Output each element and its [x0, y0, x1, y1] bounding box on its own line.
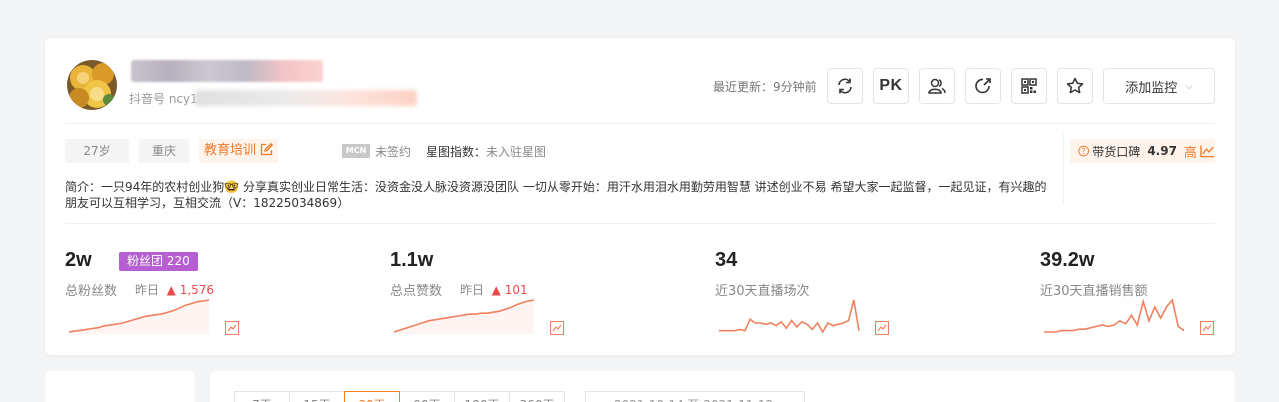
mcn-status: 未签约	[375, 145, 412, 159]
stat-likes: 1.1w 总点赞数 昨日 ▲ 101	[390, 246, 690, 341]
stat-yesterday: 昨日 ▲ 1,576	[135, 281, 214, 298]
chevron-down-icon: ⌵	[1185, 80, 1193, 92]
stat-label: 近30天直播销售额	[1040, 284, 1148, 299]
svg-text:?: ?	[1082, 147, 1086, 156]
yesterday-change: ▲ 101	[491, 283, 528, 297]
trend-chart-icon[interactable]	[1200, 144, 1215, 158]
fans-club-badge[interactable]: 粉丝团 220	[119, 252, 198, 271]
sparkline	[719, 299, 860, 334]
sparkline	[1044, 298, 1185, 333]
profile-card: 抖音号 ncy1994 最近更新：9分钟前 PK 添加监控 ⌵ 27岁 重庆 教…	[45, 38, 1235, 355]
sparkline	[393, 299, 535, 334]
sales-reputation-badge[interactable]: ? 带货口碑 4.97 高	[1070, 139, 1215, 163]
xingtu-index: 星图指数：未入驻星图	[426, 143, 546, 160]
stat-live-sales: 39.2w 近30天直播销售额	[1040, 246, 1279, 341]
vertical-divider	[1063, 134, 1064, 204]
tab-180d[interactable]: 180天	[454, 391, 510, 402]
add-monitor-label: 添加监控	[1125, 80, 1178, 96]
trend-chart-icon[interactable]	[225, 321, 239, 335]
sparkline-area	[394, 300, 534, 334]
tab-15d[interactable]: 15天	[289, 391, 345, 402]
bio: 简介：一只94年的农村创业狗🤓 分享真实创业日常生活：没资金没人脉没资源没团队 …	[65, 180, 1047, 210]
side-panel	[45, 371, 195, 402]
last-updated: 最近更新：9分钟前	[713, 80, 817, 94]
mcn-badge: MCN	[342, 144, 370, 158]
refresh-icon	[838, 78, 852, 94]
stat-fans: 2w 粉丝团 220 总粉丝数 昨日 ▲ 1,576	[65, 246, 365, 341]
add-monitor-button[interactable]: 添加监控 ⌵	[1103, 68, 1215, 104]
stat-yesterday: 昨日 ▲ 101	[460, 281, 528, 298]
range-tabs: 7天 15天 30天 90天 180天 360天	[234, 391, 565, 402]
stat-value: 39.2w	[1040, 249, 1095, 271]
category-label: 教育培训	[204, 143, 257, 158]
sparkline	[68, 299, 210, 334]
stat-live-sessions: 34 近30天直播场次	[715, 246, 1015, 341]
pk-button[interactable]: PK	[873, 68, 909, 104]
help-icon[interactable]: ?	[1078, 145, 1090, 157]
yesterday-label: 昨日	[460, 283, 485, 297]
stat-value: 2w	[65, 249, 92, 271]
header-divider	[65, 123, 1215, 124]
tab-30d[interactable]: 30天	[344, 391, 400, 402]
tab-7d[interactable]: 7天	[234, 391, 290, 402]
favorite-button[interactable]	[1057, 68, 1093, 104]
yesterday-change: ▲ 1,576	[166, 283, 215, 297]
stat-label: 总粉丝数	[65, 284, 118, 299]
edit-icon[interactable]	[260, 143, 274, 156]
share-icon	[975, 78, 991, 94]
rating-score: 4.97	[1147, 144, 1177, 158]
tab-360d[interactable]: 360天	[509, 391, 565, 402]
blurred-nickname	[131, 60, 323, 82]
date-range-picker[interactable]: 2021-10-14 至 2021-11-12	[585, 391, 805, 402]
tab-90d[interactable]: 90天	[399, 391, 455, 402]
users-button[interactable]	[919, 68, 955, 104]
stat-label: 近30天直播场次	[715, 284, 810, 299]
avatar[interactable]	[67, 60, 117, 110]
rating-label: 带货口碑	[1092, 144, 1141, 159]
users-icon	[928, 78, 946, 94]
qrcode-icon	[1021, 78, 1037, 94]
avatar-image	[67, 60, 117, 110]
refresh-button[interactable]	[827, 68, 863, 104]
xingtu-label: 星图指数：	[426, 145, 487, 159]
trend-panel: 7天 15天 30天 90天 180天 360天 2021-10-14 至 20…	[210, 371, 1235, 402]
age-tag: 27岁	[65, 139, 129, 163]
trend-chart-icon[interactable]	[550, 321, 564, 335]
sparkline-line	[719, 299, 860, 334]
stats-divider	[65, 223, 1215, 224]
stat-value: 1.1w	[390, 249, 434, 271]
star-icon	[1066, 77, 1084, 94]
yesterday-label: 昨日	[135, 283, 160, 297]
share-button[interactable]	[965, 68, 1001, 104]
xingtu-value: 未入驻星图	[486, 145, 547, 159]
blurred-id	[195, 90, 417, 106]
stat-value: 34	[715, 249, 738, 271]
rating-level: 高	[1183, 145, 1197, 161]
stat-label: 总点赞数	[390, 284, 443, 299]
trend-chart-icon[interactable]	[875, 321, 889, 335]
sparkline-line	[1044, 298, 1185, 333]
pk-label: PK	[879, 77, 903, 94]
qrcode-button[interactable]	[1011, 68, 1047, 104]
category-tag[interactable]: 教育培训	[199, 139, 279, 163]
city-tag: 重庆	[139, 139, 189, 163]
trend-chart-icon[interactable]	[1200, 321, 1214, 335]
